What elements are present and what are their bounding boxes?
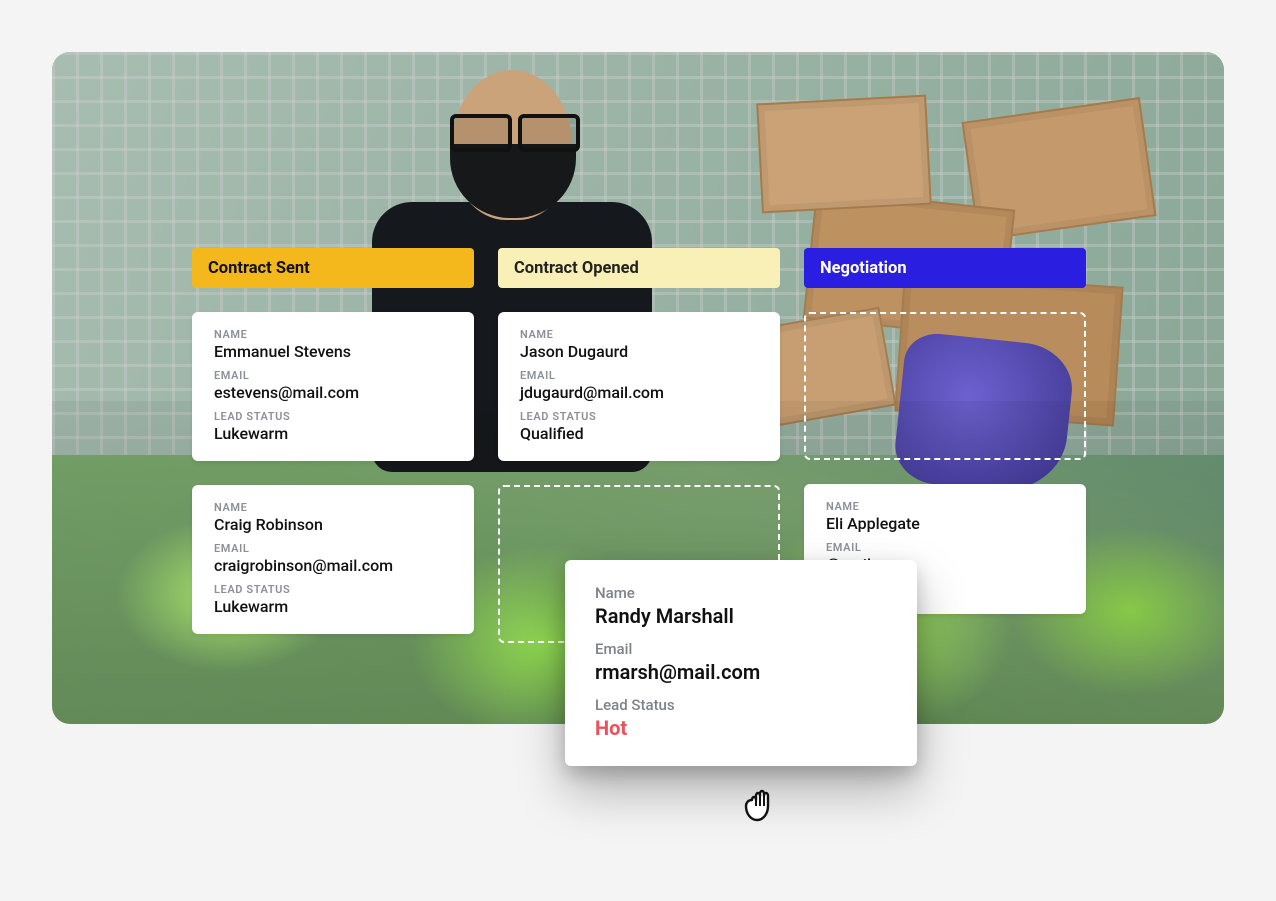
field-label-email: Email — [595, 640, 887, 658]
field-label-name: NAME — [214, 328, 452, 341]
field-value-name: Randy Marshall — [595, 604, 887, 628]
column-header-contract-sent[interactable]: Contract Sent — [192, 248, 474, 288]
lead-card[interactable]: NAME Emmanuel Stevens EMAIL estevens@mai… — [192, 312, 474, 461]
field-label-name: NAME — [214, 501, 452, 514]
lead-card-dragging[interactable]: Name Randy Marshall Email rmarsh@mail.co… — [565, 560, 917, 766]
field-value-name: Jason Dugaurd — [520, 342, 758, 361]
column-title: Contract Opened — [514, 259, 639, 278]
grab-cursor-icon — [740, 778, 788, 826]
kanban-column-contract-sent: Contract Sent NAME Emmanuel Stevens EMAI… — [192, 248, 474, 643]
column-title: Contract Sent — [208, 259, 310, 278]
field-value-name: Craig Robinson — [214, 515, 452, 534]
field-label-email: EMAIL — [214, 369, 452, 382]
field-value-email: rmarsh@mail.com — [595, 660, 887, 684]
column-title: Negotiation — [820, 259, 907, 278]
field-label-email: EMAIL — [826, 541, 1064, 554]
field-value-lead-status: Qualified — [520, 424, 758, 443]
column-header-contract-opened[interactable]: Contract Opened — [498, 248, 780, 288]
field-label-email: EMAIL — [520, 369, 758, 382]
field-value-lead-status: Lukewarm — [214, 424, 452, 443]
field-label-name: NAME — [826, 500, 1064, 513]
field-value-lead-status: Lukewarm — [214, 597, 452, 616]
lead-card[interactable]: NAME Jason Dugaurd EMAIL jdugaurd@mail.c… — [498, 312, 780, 461]
glasses — [450, 114, 580, 144]
field-label-lead-status: LEAD STATUS — [214, 410, 452, 423]
field-label-name: NAME — [520, 328, 758, 341]
field-label-lead-status: Lead Status — [595, 696, 887, 714]
field-value-email: estevens@mail.com — [214, 383, 452, 402]
field-value-name: Eli Applegate — [826, 514, 1064, 533]
cardboard-box — [756, 95, 932, 214]
card-dropzone[interactable] — [804, 312, 1086, 460]
field-value-email: jdugaurd@mail.com — [520, 383, 758, 402]
column-header-negotiation[interactable]: Negotiation — [804, 248, 1086, 288]
field-value-email: craigrobinson@mail.com — [214, 556, 452, 575]
field-label-email: EMAIL — [214, 542, 452, 555]
field-value-lead-status: Hot — [595, 716, 887, 740]
field-label-lead-status: LEAD STATUS — [520, 410, 758, 423]
app-frame: Contract Sent NAME Emmanuel Stevens EMAI… — [30, 30, 1246, 871]
field-value-name: Emmanuel Stevens — [214, 342, 452, 361]
lead-card[interactable]: NAME Craig Robinson EMAIL craigrobinson@… — [192, 485, 474, 634]
field-label-lead-status: LEAD STATUS — [214, 583, 452, 596]
field-label-name: Name — [595, 584, 887, 602]
